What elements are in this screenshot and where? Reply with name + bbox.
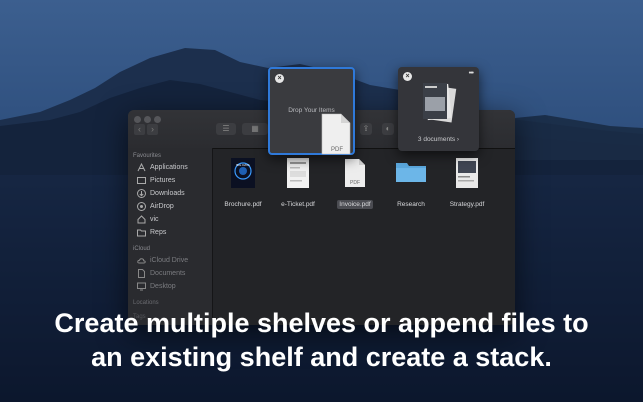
finder-sidebar: Favourites Applications Pictures Downloa… — [128, 148, 213, 325]
sidebar-heading-favourites: Favourites — [133, 153, 162, 159]
sidebar-item-label: Documents — [150, 270, 186, 277]
stack-shelf[interactable]: × ••• 3 documents › — [398, 67, 479, 151]
close-shelf-button[interactable]: × — [403, 72, 412, 81]
minimize-window-button[interactable] — [144, 116, 151, 123]
cloud-icon — [137, 256, 146, 265]
brochure-thumbnail: BIG DATA — [231, 158, 255, 188]
sidebar-item-label: Downloads — [150, 190, 185, 197]
sidebar-item-applications[interactable]: Applications — [137, 162, 188, 173]
view-mode-icon-button[interactable]: ▦ — [242, 123, 268, 135]
caption-line-2: an existing shelf and create a stack. — [91, 342, 552, 372]
arrange-button[interactable]: ☰ — [216, 123, 236, 135]
more-options-icon[interactable]: ••• — [469, 70, 474, 77]
home-icon — [137, 215, 146, 224]
file-label: Strategy.pdf — [449, 201, 485, 208]
sidebar-item-label: AirDrop — [150, 203, 174, 210]
e-ticket-thumbnail — [287, 158, 309, 188]
file-brochure[interactable]: BIG DATA Brochure.pdf — [213, 158, 273, 211]
file-label: e-Ticket.pdf — [281, 201, 315, 208]
sidebar-item-pictures[interactable]: Pictures — [137, 175, 175, 186]
caption-line-1: Create multiple shelves or append files … — [54, 308, 589, 338]
document-icon — [137, 269, 146, 278]
pdf-badge-text: PDF — [350, 180, 360, 186]
folder-research[interactable]: Research — [381, 158, 441, 211]
sidebar-item-label: Applications — [150, 164, 188, 171]
sidebar-item-label: Reps — [150, 229, 167, 236]
document-stack-preview — [423, 83, 457, 123]
sidebar-item-label: Pictures — [150, 177, 176, 184]
sidebar-item-reps[interactable]: Reps — [137, 227, 166, 238]
folder-icon — [137, 228, 146, 237]
folder-icon — [396, 163, 426, 182]
file-invoice[interactable]: PDF Invoice.pdf — [325, 158, 385, 211]
sidebar-item-documents[interactable]: Documents — [137, 268, 185, 279]
sidebar-item-airdrop[interactable]: AirDrop — [137, 201, 174, 212]
sidebar-item-label: vic — [150, 216, 159, 223]
close-window-button[interactable] — [134, 116, 141, 123]
zoom-window-button[interactable] — [154, 116, 161, 123]
desktop-icon — [137, 282, 146, 291]
brochure-cover-text: BIG DATA — [236, 163, 250, 167]
sidebar-heading-icloud: iCloud — [133, 246, 151, 252]
pdf-badge-text: PDF — [331, 147, 343, 153]
sidebar-item-label: iCloud Drive — [150, 257, 189, 264]
pdf-document-icon: PDF — [345, 159, 365, 187]
pictures-icon — [137, 176, 146, 185]
file-label: Research — [397, 201, 425, 208]
tag-button[interactable]: ◐ — [382, 123, 394, 135]
file-e-ticket[interactable]: e-Ticket.pdf — [268, 158, 328, 211]
back-button[interactable]: ‹ — [134, 124, 145, 135]
strategy-thumbnail — [456, 158, 478, 188]
share-button[interactable]: ⇪ — [360, 123, 372, 135]
finder-file-area: BIG DATA Brochure.pdf e-Ticket.pdf PDF I… — [213, 148, 515, 325]
close-shelf-button[interactable]: × — [275, 74, 284, 83]
sidebar-item-icloud-drive[interactable]: iCloud Drive — [137, 255, 188, 266]
applications-icon — [137, 162, 146, 172]
downloads-icon — [137, 189, 146, 198]
stack-document-count[interactable]: 3 documents › — [398, 136, 479, 143]
sidebar-item-desktop[interactable]: Desktop — [137, 281, 176, 292]
file-label: Invoice.pdf — [337, 200, 373, 209]
file-label: Brochure.pdf — [224, 201, 262, 208]
marketing-caption: Create multiple shelves or append files … — [0, 306, 643, 374]
file-strategy[interactable]: Strategy.pdf — [437, 158, 497, 211]
dragged-pdf-icon: PDF — [321, 113, 351, 155]
new-shelf-drop-zone[interactable]: × Drop Your Items PDF — [268, 67, 355, 155]
sidebar-item-label: Desktop — [150, 283, 176, 290]
forward-button[interactable]: › — [147, 124, 158, 135]
sidebar-item-downloads[interactable]: Downloads — [137, 188, 185, 199]
airdrop-icon — [137, 202, 146, 211]
sidebar-item-vic[interactable]: vic — [137, 214, 159, 225]
